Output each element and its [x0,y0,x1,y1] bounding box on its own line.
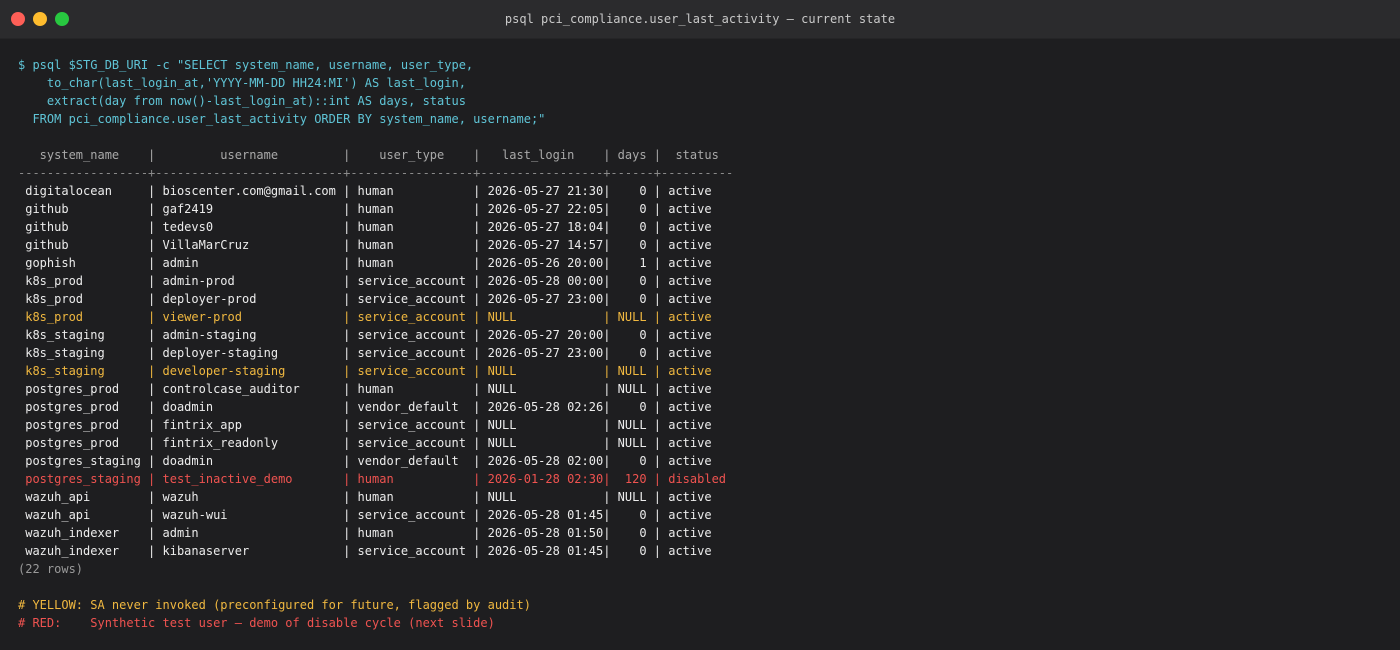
table-row: github | VillaMarCruz | human | 2026-05-… [18,238,712,252]
table-header: system_name | username | user_type | las… [18,148,719,162]
table-row: k8s_staging | developer-staging | servic… [18,364,712,378]
table-rows: digitalocean | bioscenter.com@gmail.com … [18,182,1390,560]
table-row: k8s_staging | admin-staging | service_ac… [18,328,712,342]
table-row: wazuh_api | wazuh | human | NULL | NULL … [18,490,712,504]
command-line: extract(day from now()-last_login_at)::i… [18,94,466,108]
table-row: github | gaf2419 | human | 2026-05-27 22… [18,202,712,216]
table-separator: ------------------+---------------------… [18,166,734,180]
psql-command: $ psql $STG_DB_URI -c "SELECT system_nam… [18,56,1390,128]
table-row: wazuh_api | wazuh-wui | service_account … [18,508,712,522]
terminal-output[interactable]: $ psql $STG_DB_URI -c "SELECT system_nam… [18,56,1390,632]
row-count: (22 rows) [18,562,84,576]
table-row: k8s_prod | deployer-prod | service_accou… [18,292,712,306]
table-row: postgres_staging | test_inactive_demo | … [18,472,727,486]
command-line: FROM pci_compliance.user_last_activity O… [18,112,546,126]
table-row: postgres_prod | controlcase_auditor | hu… [18,382,712,396]
red-note: # RED: Synthetic test user — demo of dis… [18,616,495,630]
command-line: to_char(last_login_at,'YYYY-MM-DD HH24:M… [18,76,466,90]
table-row: github | tedevs0 | human | 2026-05-27 18… [18,220,712,234]
table-row: wazuh_indexer | kibanaserver | service_a… [18,544,712,558]
table-row: k8s_prod | admin-prod | service_account … [18,274,712,288]
table-row: postgres_prod | fintrix_app | service_ac… [18,418,712,432]
title-bar: psql pci_compliance.user_last_activity —… [0,0,1400,39]
command-line: $ psql $STG_DB_URI -c "SELECT system_nam… [18,58,474,72]
table-row: k8s_staging | deployer-staging | service… [18,346,712,360]
table-row: postgres_staging | doadmin | vendor_defa… [18,454,712,468]
result-table: system_name | username | user_type | las… [18,146,1390,578]
table-row: gophish | admin | human | 2026-05-26 20:… [18,256,712,270]
terminal-window: psql pci_compliance.user_last_activity —… [0,0,1400,650]
window-title: psql pci_compliance.user_last_activity —… [504,12,896,26]
table-row: postgres_prod | doadmin | vendor_default… [18,400,712,414]
yellow-note: # YELLOW: SA never invoked (preconfigure… [18,598,531,612]
table-row: postgres_prod | fintrix_readonly | servi… [18,436,712,450]
table-row: wazuh_indexer | admin | human | 2026-05-… [18,526,712,540]
table-row: k8s_prod | viewer-prod | service_account… [18,310,712,324]
table-row: digitalocean | bioscenter.com@gmail.com … [18,184,712,198]
